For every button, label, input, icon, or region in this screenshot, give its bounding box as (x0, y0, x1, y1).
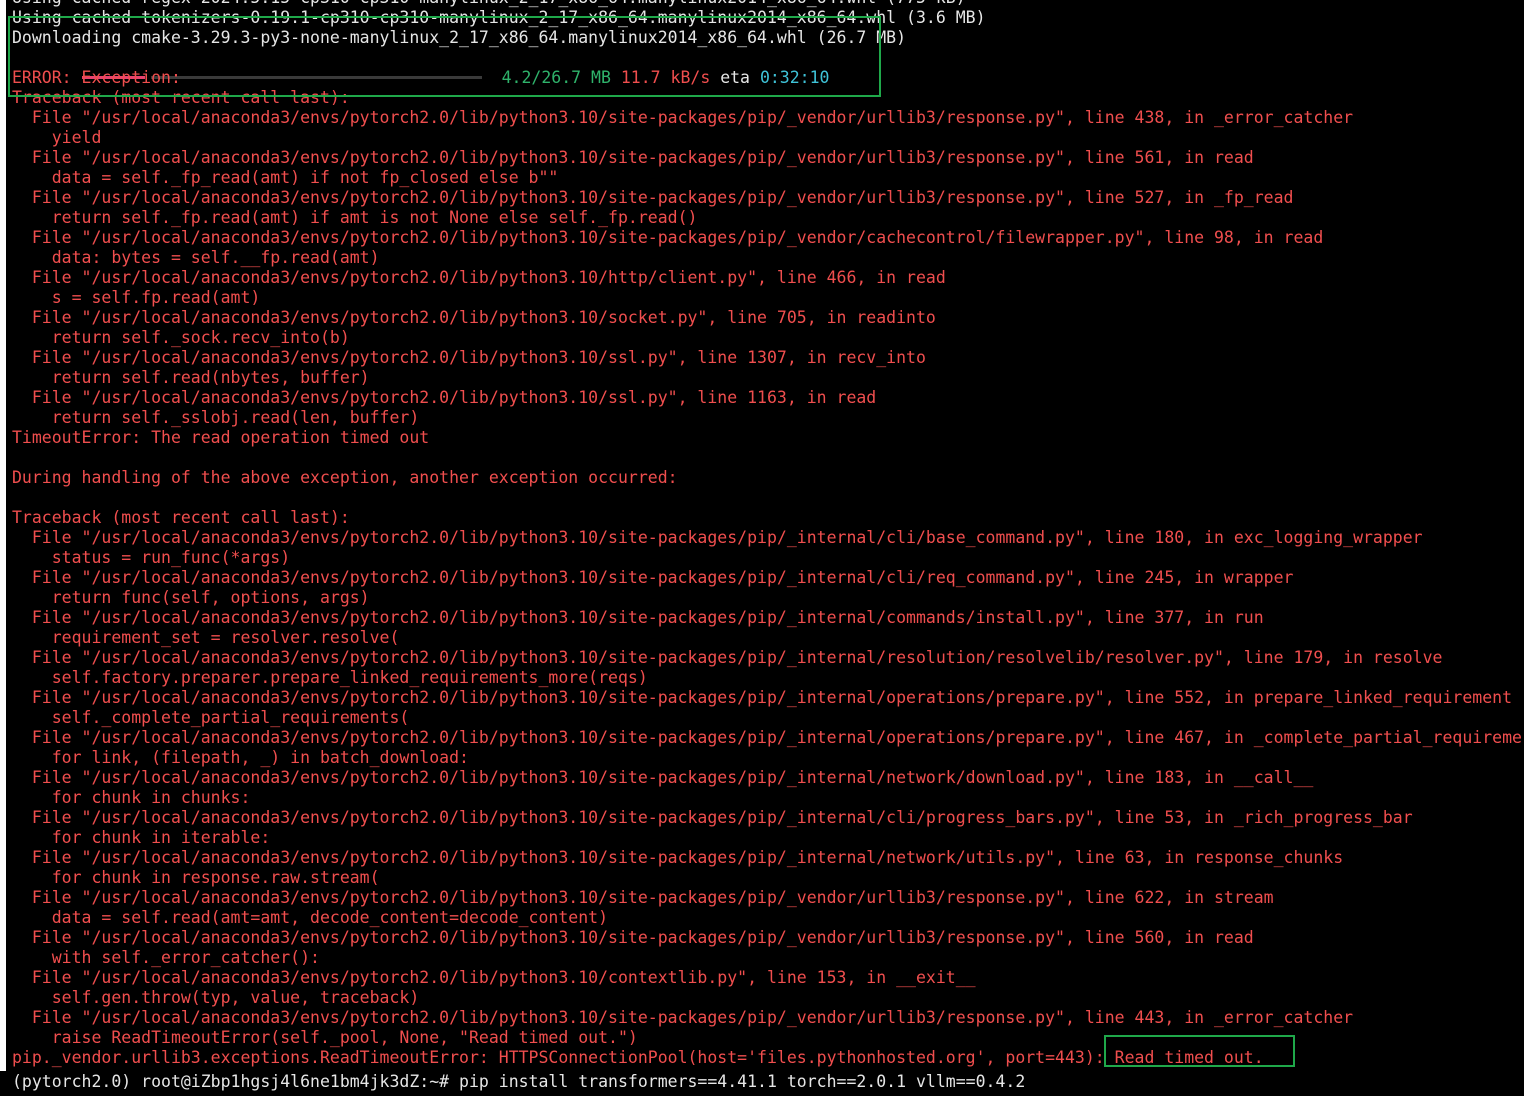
traceback-line: self.gen.throw(typ, value, traceback) (12, 988, 420, 1007)
traceback-line: return self._fp.read(amt) if amt is not … (12, 208, 698, 227)
traceback-line: File "/usr/local/anaconda3/envs/pytorch2… (12, 568, 1294, 587)
traceback-line: for link, (filepath, _) in batch_downloa… (12, 748, 469, 767)
highlight-box-read-timed-out (1104, 1035, 1295, 1067)
traceback-line: File "/usr/local/anaconda3/envs/pytorch2… (12, 728, 1522, 747)
traceback-line: File "/usr/local/anaconda3/envs/pytorch2… (12, 1008, 1354, 1027)
traceback-line: TimeoutError: The read operation timed o… (12, 428, 430, 447)
traceback-line: File "/usr/local/anaconda3/envs/pytorch2… (12, 348, 926, 367)
traceback-line: return self._sslobj.read(len, buffer) (12, 408, 420, 427)
window-left-border (0, 0, 6, 1071)
traceback-line: File "/usr/local/anaconda3/envs/pytorch2… (12, 388, 877, 407)
traceback-line: File "/usr/local/anaconda3/envs/pytorch2… (12, 308, 936, 327)
traceback-line: for chunk in response.raw.stream( (12, 868, 380, 887)
traceback-line: File "/usr/local/anaconda3/envs/pytorch2… (12, 148, 1254, 167)
traceback-line: File "/usr/local/anaconda3/envs/pytorch2… (12, 688, 1513, 707)
traceback-line: File "/usr/local/anaconda3/envs/pytorch2… (12, 888, 1274, 907)
traceback-line: Traceback (most recent call last): (12, 508, 350, 527)
traceback-line: raise ReadTimeoutError(self._pool, None,… (12, 1028, 638, 1047)
traceback-line: File "/usr/local/anaconda3/envs/pytorch2… (12, 808, 1413, 827)
traceback-line: File "/usr/local/anaconda3/envs/pytorch2… (12, 228, 1324, 247)
terminal-window[interactable]: Using cached regex-2024.5.15-cp310-cp310… (0, 0, 1524, 1096)
traceback-line: File "/usr/local/anaconda3/envs/pytorch2… (12, 648, 1443, 667)
traceback-line: File "/usr/local/anaconda3/envs/pytorch2… (12, 768, 1314, 787)
traceback-line: During handling of the above exception, … (12, 468, 678, 487)
traceback-line: self.factory.preparer.prepare_linked_req… (12, 668, 648, 687)
traceback-line: pip._vendor.urllib3.exceptions.ReadTimeo… (12, 1048, 1264, 1067)
traceback-line: s = self.fp.read(amt) (12, 288, 261, 307)
traceback-line: return self._sock.recv_into(b) (12, 328, 350, 347)
output-line-using-cached-regex: Using cached regex-2024.5.15-cp310-cp310… (12, 0, 966, 8)
traceback-line: File "/usr/local/anaconda3/envs/pytorch2… (12, 608, 1264, 627)
traceback-line: return self.read(nbytes, buffer) (12, 368, 370, 387)
traceback-line: File "/usr/local/anaconda3/envs/pytorch2… (12, 528, 1423, 547)
shell-prompt-line: (pytorch2.0) root@iZbp1hgsj4l6ne1bm4jk3d… (12, 1072, 1026, 1091)
traceback-line: for chunk in iterable: (12, 828, 271, 847)
traceback-line: data = self._fp_read(amt) if not fp_clos… (12, 168, 559, 187)
traceback-line: data = self.read(amt=amt, decode_content… (12, 908, 609, 927)
traceback-line: return func(self, options, args) (12, 588, 370, 607)
traceback-line: data: bytes = self.__fp.read(amt) (12, 248, 380, 267)
traceback-line: requirement_set = resolver.resolve( (12, 628, 400, 647)
traceback-line: File "/usr/local/anaconda3/envs/pytorch2… (12, 968, 976, 987)
highlight-box-download-progress (8, 16, 881, 97)
traceback-line: for chunk in chunks: (12, 788, 251, 807)
traceback-line: File "/usr/local/anaconda3/envs/pytorch2… (12, 108, 1354, 127)
traceback-line: with self._error_catcher(): (12, 948, 320, 967)
traceback-line: status = run_func(*args) (12, 548, 291, 567)
traceback-line: File "/usr/local/anaconda3/envs/pytorch2… (12, 188, 1294, 207)
traceback-line: File "/usr/local/anaconda3/envs/pytorch2… (12, 848, 1344, 867)
traceback-line: self._complete_partial_requirements( (12, 708, 410, 727)
traceback-line: File "/usr/local/anaconda3/envs/pytorch2… (12, 928, 1254, 947)
traceback-line: yield (12, 128, 102, 147)
traceback-line: File "/usr/local/anaconda3/envs/pytorch2… (12, 268, 946, 287)
